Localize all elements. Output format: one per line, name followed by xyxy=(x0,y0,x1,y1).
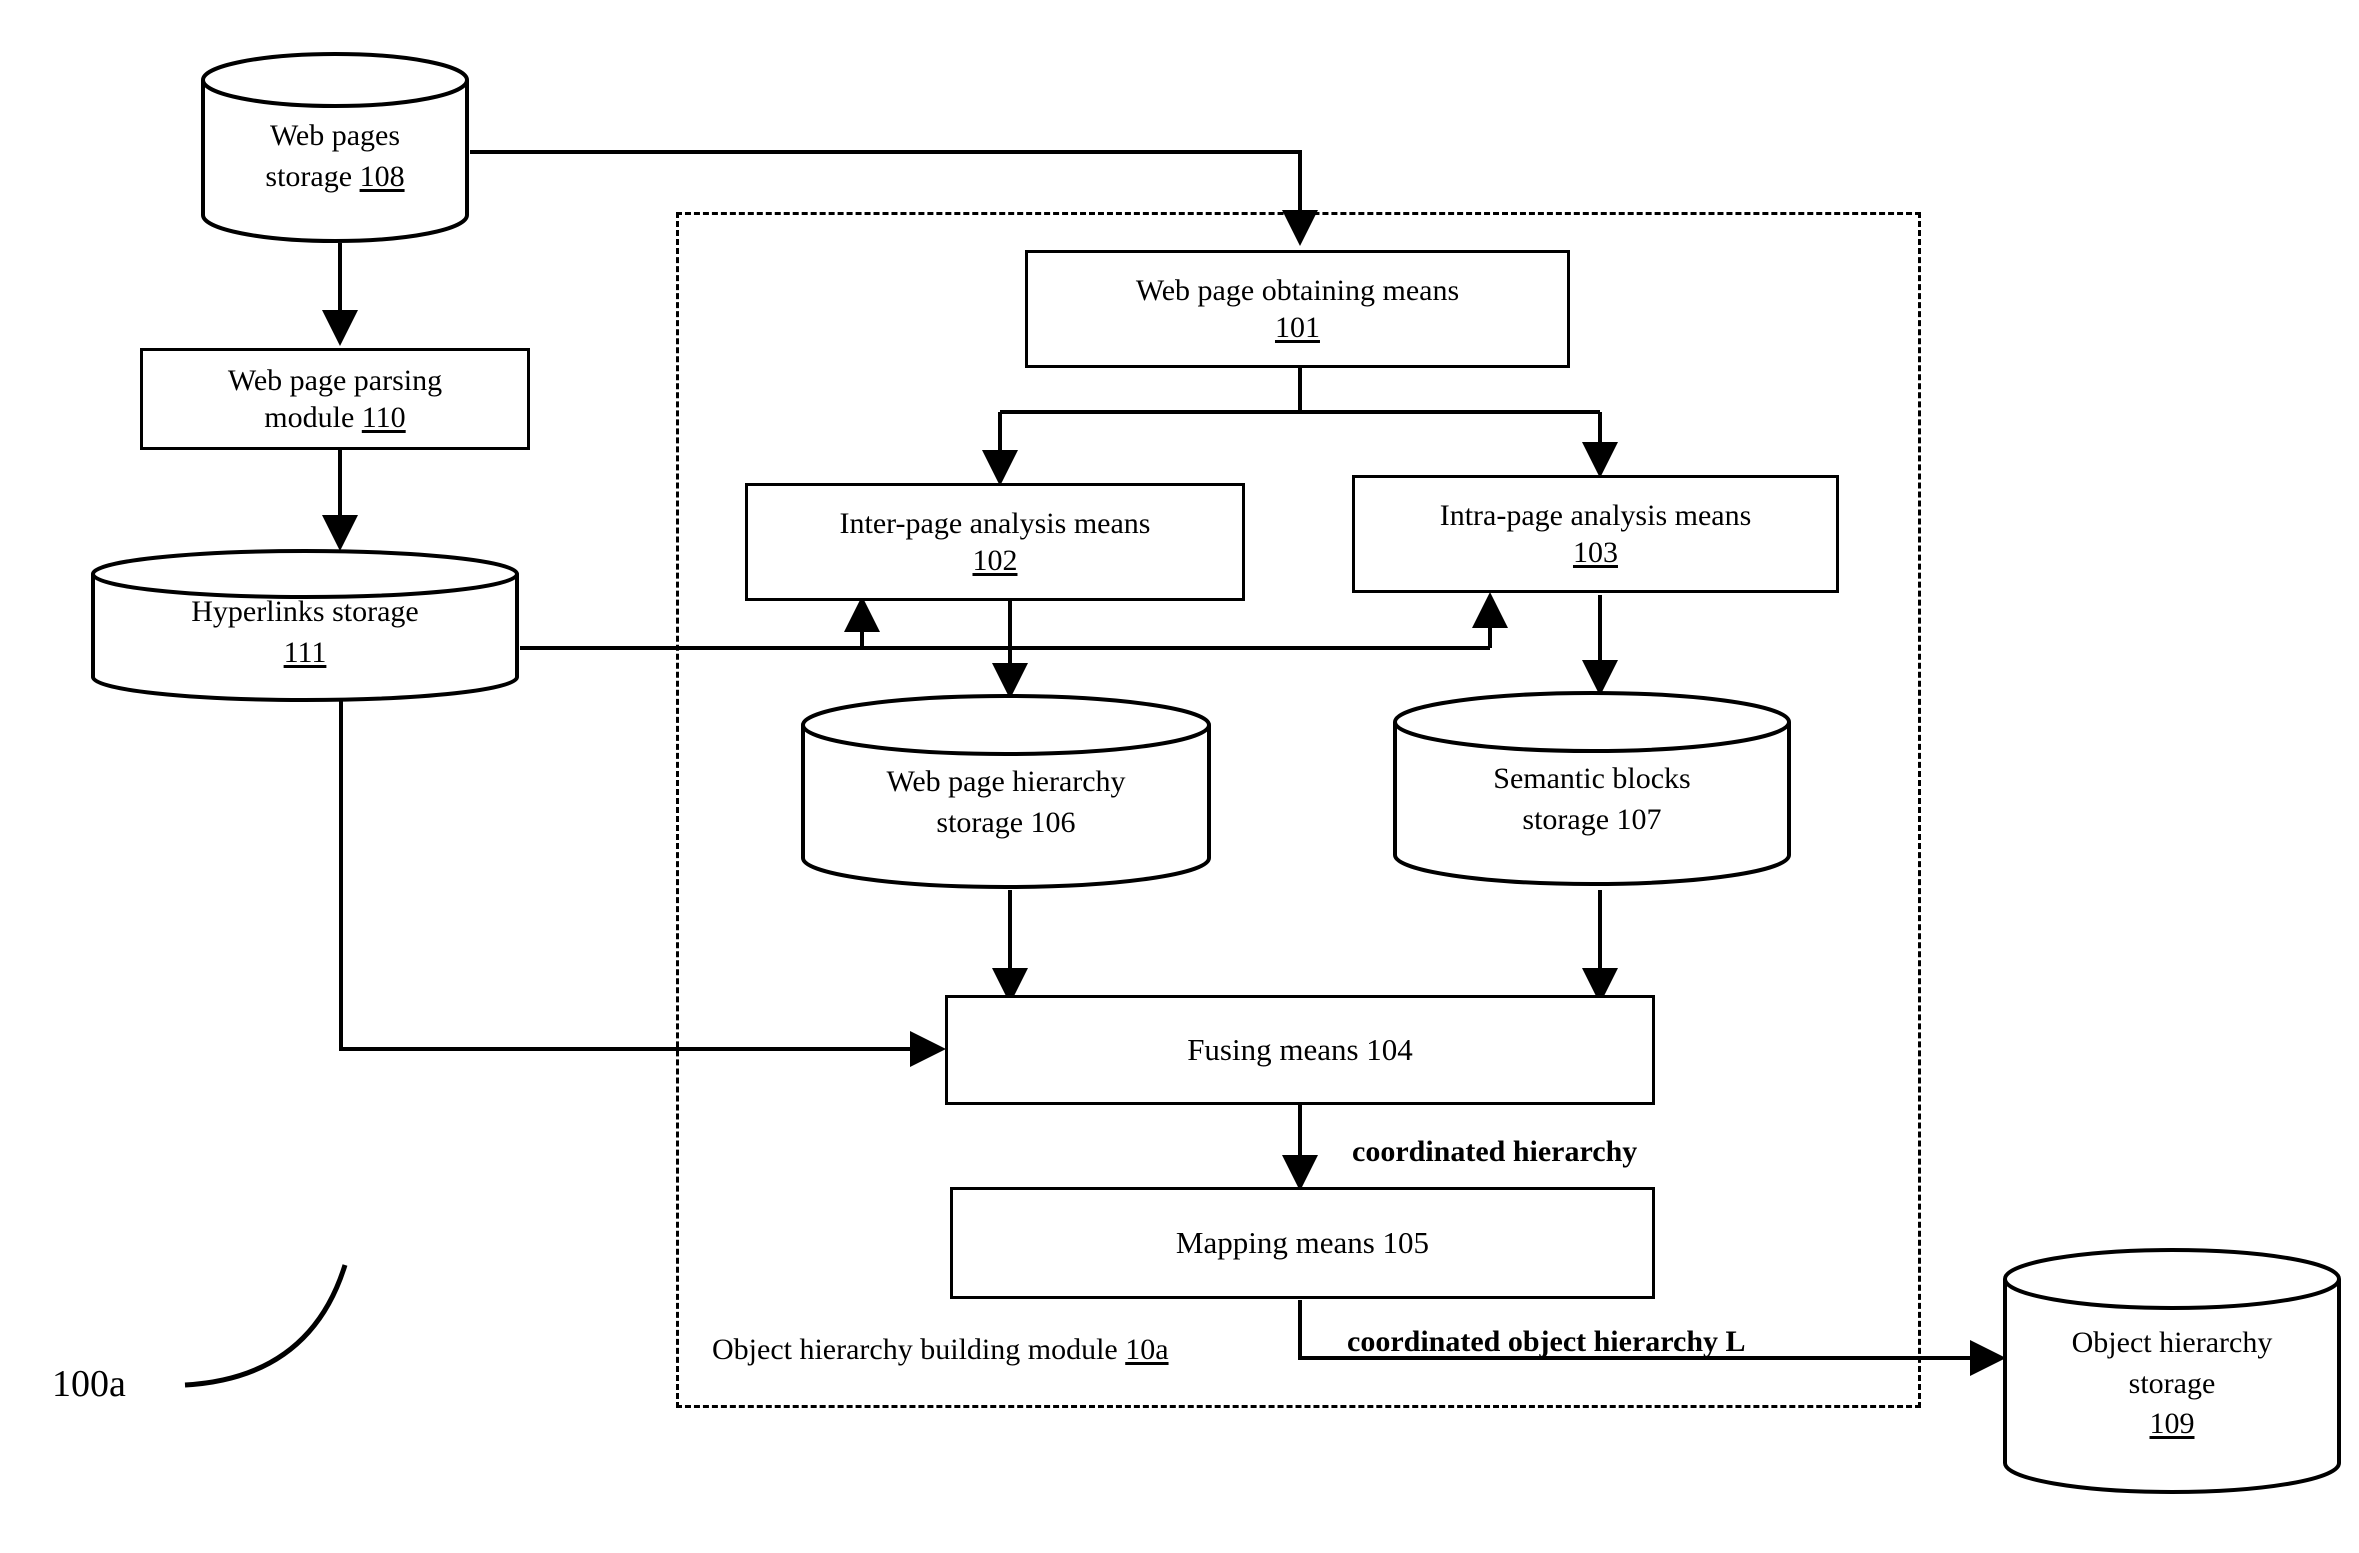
web-page-hierarchy-storage-106: Web page hierarchy storage 106 xyxy=(800,693,1212,890)
web-page-parsing-line2-prefix: module xyxy=(264,401,362,434)
hyperlinks-storage-line1: Hyperlinks storage xyxy=(191,595,419,628)
semantic-blocks-line2: storage 107 xyxy=(1522,802,1662,836)
web-page-obtaining-ref: 101 xyxy=(1274,311,1320,344)
inter-page-analysis-means-102: Inter-page analysis means 102 xyxy=(745,483,1245,601)
semantic-blocks-line1: Semantic blocks xyxy=(1493,762,1691,795)
mapping-means-label: Mapping means 105 xyxy=(1175,1224,1430,1260)
object-hierarchy-storage-109: Object hierarchy storage 109 xyxy=(2002,1247,2342,1495)
semantic-blocks-storage-107: Semantic blocks storage 107 xyxy=(1392,690,1792,887)
web-page-parsing-ref: 110 xyxy=(361,401,406,434)
web-page-obtaining-line1: Web page obtaining means xyxy=(1135,273,1460,307)
hyperlinks-storage-111: Hyperlinks storage 111 xyxy=(90,548,520,703)
web-pages-storage-ref: 108 xyxy=(359,159,405,193)
object-hierarchy-building-module-caption: Object hierarchy building module 10a xyxy=(712,1333,1169,1367)
module-caption-ref: 10a xyxy=(1125,1333,1169,1366)
web-page-hierarchy-line2: storage 106 xyxy=(936,805,1076,839)
web-pages-storage-108: Web pages storage 108 xyxy=(200,50,470,245)
intra-page-analysis-line1: Intra-page analysis means xyxy=(1439,498,1752,532)
web-page-obtaining-means-101: Web page obtaining means 101 xyxy=(1025,250,1570,368)
mapping-means-105: Mapping means 105 xyxy=(950,1187,1655,1299)
figure-label-100a: 100a xyxy=(52,1363,126,1405)
inter-page-analysis-line1: Inter-page analysis means xyxy=(839,506,1151,540)
hyperlinks-storage-ref: 111 xyxy=(283,635,327,669)
web-page-parsing-module-110: Web page parsing module 110 xyxy=(140,348,530,450)
inter-page-analysis-ref: 102 xyxy=(972,544,1018,577)
fusing-means-104: Fusing means 104 xyxy=(945,995,1655,1105)
web-page-hierarchy-line1: Web page hierarchy xyxy=(886,765,1126,798)
object-hierarchy-storage-line1: Object hierarchy xyxy=(2071,1326,2273,1360)
module-caption-prefix: Object hierarchy building module xyxy=(712,1333,1126,1366)
intra-page-analysis-means-103: Intra-page analysis means 103 xyxy=(1352,475,1839,593)
fusing-means-label: Fusing means 104 xyxy=(1187,1031,1413,1067)
object-hierarchy-storage-line2: storage xyxy=(2128,1366,2216,1400)
coordinated-object-hierarchy-label: coordinated object hierarchy L xyxy=(1347,1325,1746,1358)
coordinated-hierarchy-label: coordinated hierarchy xyxy=(1352,1135,1638,1168)
object-hierarchy-storage-ref: 109 xyxy=(2149,1407,2195,1441)
web-page-parsing-line1: Web page parsing xyxy=(227,363,443,397)
intra-page-analysis-ref: 103 xyxy=(1572,536,1618,569)
diagram-canvas: Web pages storage 108 Web page parsing m… xyxy=(0,0,2359,1553)
web-pages-storage-line2-prefix: storage xyxy=(265,159,360,193)
web-pages-storage-line1: Web pages xyxy=(269,119,401,152)
